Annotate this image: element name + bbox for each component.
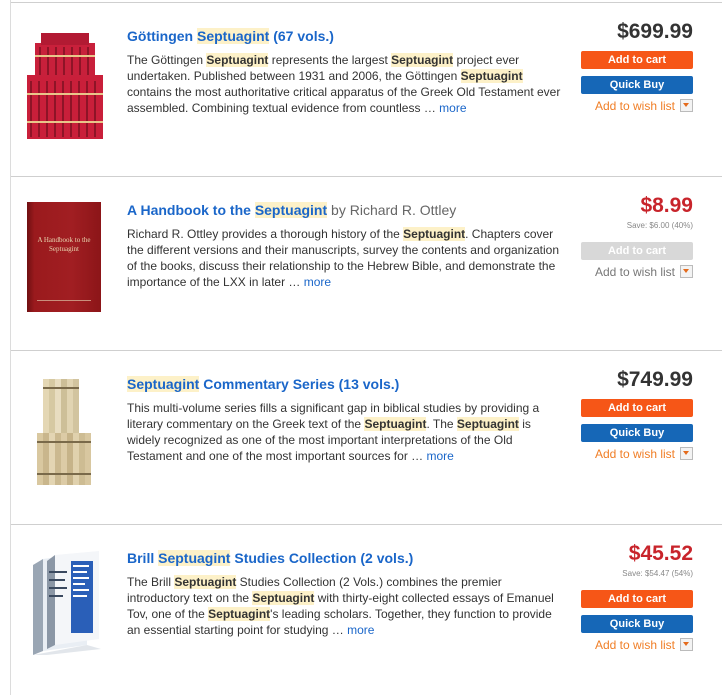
product-description: Richard R. Ottley provides a thorough hi… bbox=[127, 227, 560, 289]
book-set-thumbnail[interactable] bbox=[35, 377, 95, 485]
product-info: Septuagint Commentary Series (13 vols.) … bbox=[127, 375, 567, 464]
add-to-wish-list[interactable]: Add to wish list bbox=[573, 447, 693, 461]
price: $8.99 bbox=[640, 194, 693, 217]
product-description: The Göttingen Septuagint represents the … bbox=[127, 53, 561, 115]
product-title[interactable]: A Handbook to the Septuagint by Richard … bbox=[127, 201, 567, 219]
product-info: Brill Septuagint Studies Collection (2 v… bbox=[127, 549, 567, 638]
more-link[interactable]: more bbox=[347, 623, 374, 637]
more-link[interactable]: more bbox=[304, 275, 331, 289]
product-title[interactable]: Brill Septuagint Studies Collection (2 v… bbox=[127, 549, 567, 567]
purchase-panel: $45.52 Save: $54.47 (54%) Add to cart Qu… bbox=[573, 541, 693, 652]
quick-buy-button[interactable]: Quick Buy bbox=[581, 76, 693, 94]
wish-list-label[interactable]: Add to wish list bbox=[595, 265, 675, 279]
savings-text: Save: $54.47 (54%) bbox=[622, 569, 693, 578]
wish-list-label[interactable]: Add to wish list bbox=[595, 447, 675, 461]
product-item: Septuagint Commentary Series (13 vols.) … bbox=[11, 350, 722, 524]
add-to-wish-list[interactable]: Add to wish list bbox=[573, 99, 693, 113]
wish-list-label[interactable]: Add to wish list bbox=[595, 99, 675, 113]
product-item: Brill Septuagint Studies Collection (2 v… bbox=[11, 524, 722, 700]
book-set-thumbnail[interactable] bbox=[25, 551, 107, 655]
wish-list-label[interactable]: Add to wish list bbox=[595, 638, 675, 652]
product-title[interactable]: Göttingen Septuagint (67 vols.) bbox=[127, 27, 567, 45]
add-to-cart-button[interactable]: Add to cart bbox=[581, 399, 693, 417]
product-description: The Brill Septuagint Studies Collection … bbox=[127, 575, 554, 637]
add-to-cart-button[interactable]: Add to cart bbox=[581, 590, 693, 608]
book-cover-thumbnail[interactable]: A Handbook to the Septuagint bbox=[27, 202, 101, 312]
dropdown-arrow-icon[interactable] bbox=[680, 265, 693, 279]
cover-rule bbox=[37, 300, 91, 301]
product-description: This multi-volume series fills a signifi… bbox=[127, 401, 540, 463]
more-link[interactable]: more bbox=[426, 449, 453, 463]
purchase-panel: $8.99 Save: $6.00 (40%) Add to cart Add … bbox=[573, 193, 693, 279]
product-author: by Richard R. Ottley bbox=[327, 202, 457, 218]
quick-buy-button[interactable]: Quick Buy bbox=[581, 424, 693, 442]
add-to-wish-list[interactable]: Add to wish list bbox=[573, 638, 693, 652]
dropdown-arrow-icon[interactable] bbox=[680, 447, 693, 461]
product-title[interactable]: Septuagint Commentary Series (13 vols.) bbox=[127, 375, 567, 393]
product-list: Göttingen Septuagint (67 vols.) The Gött… bbox=[10, 0, 722, 695]
product-item: A Handbook to the Septuagint A Handbook … bbox=[11, 176, 722, 350]
product-item: Göttingen Septuagint (67 vols.) The Gött… bbox=[11, 2, 722, 176]
book-cover-title: A Handbook to the Septuagint bbox=[37, 236, 91, 253]
book-set-thumbnail[interactable] bbox=[27, 31, 103, 139]
quick-buy-button[interactable]: Quick Buy bbox=[581, 615, 693, 633]
add-to-cart-button[interactable]: Add to cart bbox=[581, 242, 693, 260]
price: $749.99 bbox=[617, 368, 693, 391]
price: $699.99 bbox=[617, 20, 693, 43]
savings-text: Save: $6.00 (40%) bbox=[626, 221, 693, 230]
dropdown-arrow-icon[interactable] bbox=[680, 99, 693, 113]
purchase-panel: $749.99 Add to cart Quick Buy Add to wis… bbox=[573, 367, 693, 461]
product-info: A Handbook to the Septuagint by Richard … bbox=[127, 201, 567, 290]
product-info: Göttingen Septuagint (67 vols.) The Gött… bbox=[127, 27, 567, 116]
dropdown-arrow-icon[interactable] bbox=[680, 638, 693, 652]
purchase-panel: $699.99 Add to cart Quick Buy Add to wis… bbox=[573, 19, 693, 113]
add-to-cart-button[interactable]: Add to cart bbox=[581, 51, 693, 69]
add-to-wish-list[interactable]: Add to wish list bbox=[573, 265, 693, 279]
price: $45.52 bbox=[628, 542, 693, 565]
more-link[interactable]: more bbox=[439, 101, 466, 115]
